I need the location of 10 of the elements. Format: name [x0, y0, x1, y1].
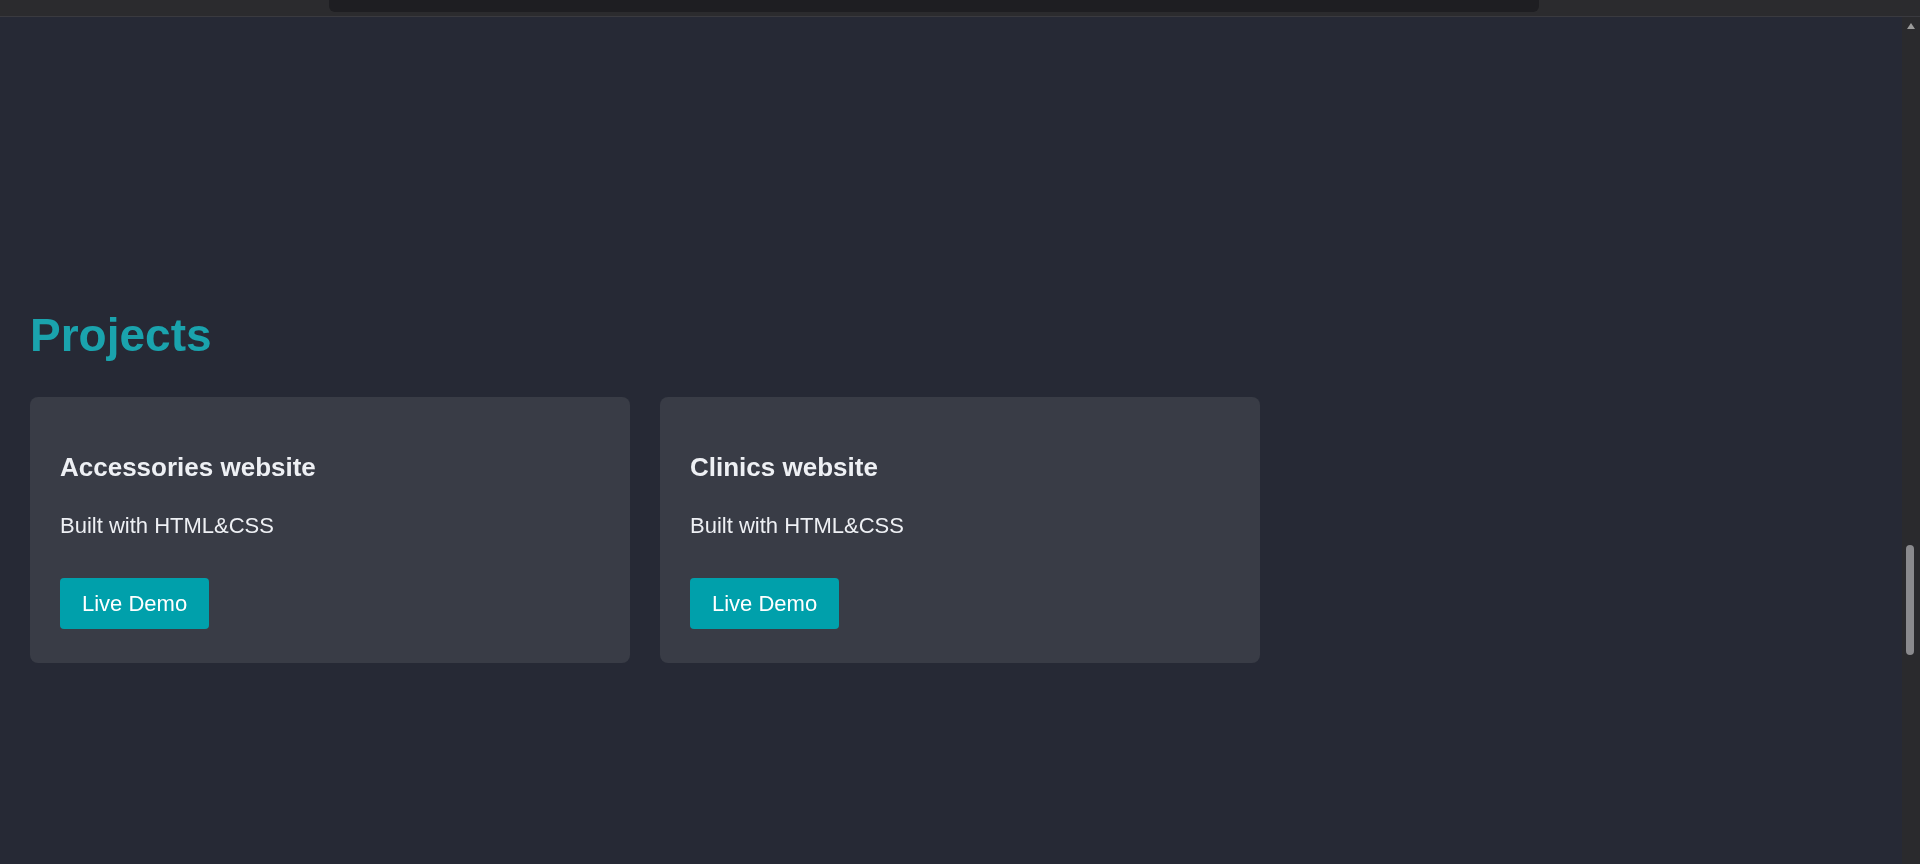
project-title: Accessories website	[60, 452, 316, 482]
project-description: Built with HTML&CSS	[690, 512, 904, 540]
scrollbar-thumb[interactable]	[1906, 545, 1914, 655]
project-title: Clinics website	[690, 452, 878, 482]
section-heading: Projects	[30, 308, 212, 363]
live-demo-button[interactable]: Live Demo	[60, 578, 210, 629]
scroll-up-icon[interactable]	[1907, 23, 1915, 29]
project-description: Built with HTML&CSS	[60, 512, 274, 540]
live-demo-button[interactable]: Live Demo	[690, 578, 840, 629]
scrollbar[interactable]	[1902, 17, 1920, 864]
